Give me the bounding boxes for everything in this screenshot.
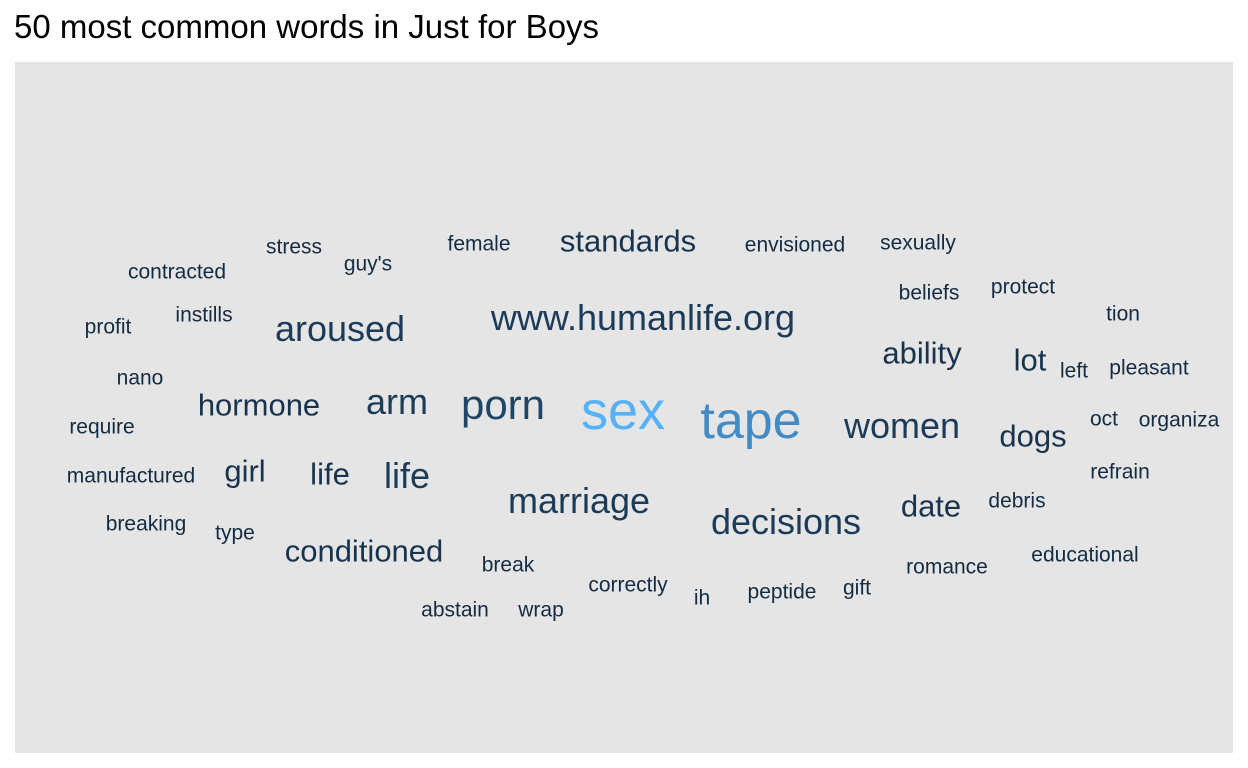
word-abstain: abstain [421, 598, 489, 622]
word-wrap: wrap [518, 598, 564, 622]
word-require: require [69, 415, 135, 439]
word-ih: ih [693, 586, 711, 610]
word-tion: tion [1106, 302, 1140, 326]
word-instills: instills [175, 303, 233, 327]
word-women: women [843, 405, 961, 446]
word-manufactured: manufactured [66, 464, 196, 488]
word-hormone: hormone [197, 387, 321, 423]
word-ability: ability [882, 335, 962, 371]
word-www-humanlife-org: www.humanlife.org [490, 297, 796, 338]
word-porn: porn [460, 381, 546, 428]
word-romance: romance [906, 555, 988, 579]
word-protect: protect [990, 275, 1056, 299]
word-profit: profit [84, 315, 132, 339]
word-aroused: aroused [274, 308, 406, 349]
word-envisioned: envisioned [744, 233, 846, 257]
word-standards: standards [559, 223, 697, 259]
word-life: life [383, 455, 431, 496]
word-nano: nano [116, 366, 164, 390]
word-sexually: sexually [880, 231, 956, 255]
word-tape: tape [700, 392, 802, 450]
word-organiza: organiza [1138, 408, 1220, 432]
wordcloud-panel: sex tape porn www.humanlife.org marriage deci… [15, 62, 1233, 753]
word-contracted: contracted [127, 260, 227, 284]
word-guy-s: guy's [343, 252, 393, 276]
word-sex: sex [580, 381, 666, 441]
word-girl: girl [224, 453, 266, 489]
word-educational: educational [1031, 543, 1139, 567]
word-marriage: marriage [507, 480, 651, 521]
word-conditioned: conditioned [284, 533, 444, 569]
word-breaking: breaking [105, 512, 187, 536]
word-date: date [900, 488, 962, 524]
word-debris: debris [988, 489, 1046, 513]
word-decisions: decisions [710, 501, 862, 542]
word-pleasant: pleasant [1109, 356, 1189, 380]
word-gift: gift [842, 576, 872, 600]
word-refrain: refrain [1090, 460, 1150, 484]
word-beliefs: beliefs [898, 281, 960, 305]
chart-title: 50 most common words in Just for Boys [14, 8, 600, 45]
word-left: left [1059, 359, 1089, 383]
word-stress: stress [265, 235, 323, 259]
word-break: break [481, 553, 535, 577]
word-female: female [447, 232, 511, 256]
word-dogs: dogs [999, 418, 1067, 454]
word-correctly: correctly [588, 573, 668, 597]
word-life: life [310, 456, 350, 492]
word-arm: arm [366, 381, 428, 422]
word-lot: lot [1013, 342, 1047, 378]
word-oct: oct [1089, 407, 1119, 431]
word-type: type [215, 521, 255, 545]
word-peptide: peptide [747, 580, 817, 604]
